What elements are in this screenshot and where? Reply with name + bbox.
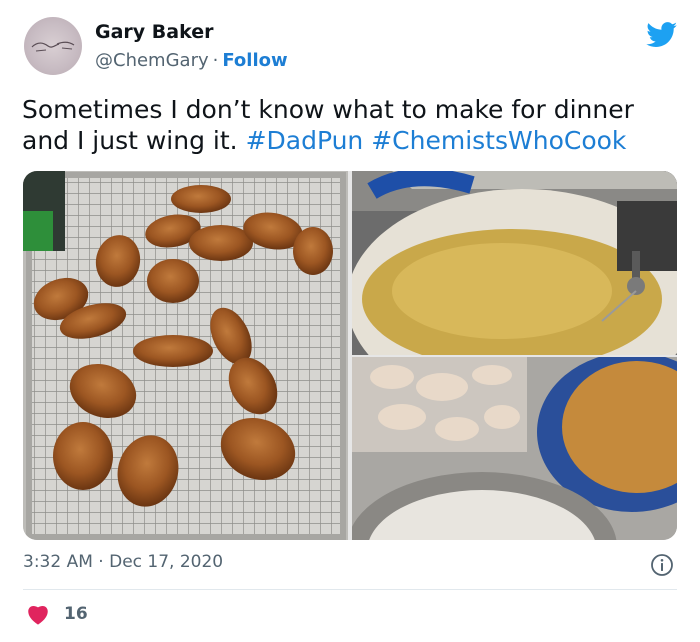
separator-dot: ·: [212, 50, 219, 71]
like-action[interactable]: 16: [26, 603, 88, 625]
like-count: 16: [64, 604, 88, 624]
display-name[interactable]: Gary Baker: [95, 21, 213, 43]
follow-button[interactable]: Follow: [222, 50, 287, 71]
photo-raw-wings-and-flour[interactable]: [352, 357, 677, 540]
photo-frying-oil[interactable]: [352, 171, 677, 355]
hashtag-dadpun[interactable]: #DadPun: [246, 126, 364, 155]
tweet-card: Gary Baker @ChemGary · Follow Sometimes I …: [0, 0, 700, 642]
heart-icon[interactable]: [26, 603, 50, 625]
avatar[interactable]: [24, 17, 82, 75]
tweet-text: Sometimes I don’t know what to make for …: [22, 94, 682, 156]
hashtag-chemistswhocook[interactable]: #ChemistsWhoCook: [371, 126, 626, 155]
twitter-bird-icon[interactable]: [646, 22, 678, 48]
handle-row: @ChemGary · Follow: [95, 50, 288, 71]
tweet-date[interactable]: Dec 17, 2020: [109, 552, 223, 572]
info-icon[interactable]: [650, 553, 674, 577]
divider: [23, 589, 677, 590]
photo-wings-on-rack[interactable]: [23, 171, 348, 540]
tweet-meta: 3:32 AM · Dec 17, 2020: [23, 552, 223, 572]
meta-separator: ·: [98, 552, 104, 572]
tweet-time[interactable]: 3:32 AM: [23, 552, 93, 572]
user-handle[interactable]: @ChemGary: [95, 50, 209, 71]
media-grid: [23, 171, 677, 540]
